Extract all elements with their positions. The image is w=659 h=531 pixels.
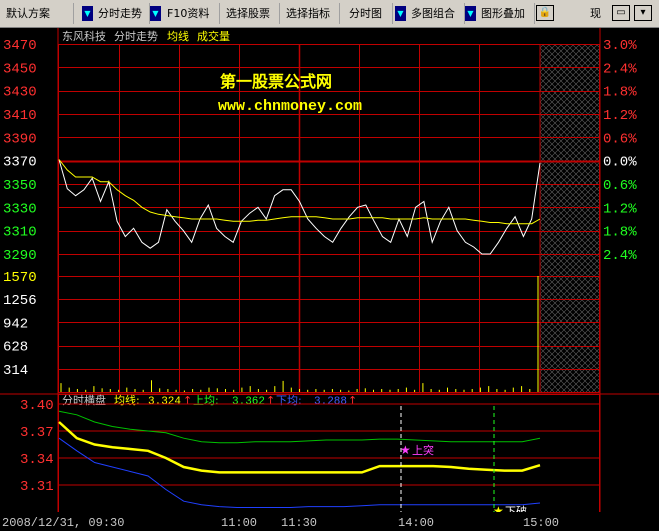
- sub-lower-label: 下均:: [276, 394, 302, 407]
- watermark-url: www.chnmoney.com: [218, 98, 362, 115]
- price-tick: 3430: [3, 85, 37, 101]
- sub-tick: 3.31: [20, 479, 54, 495]
- percent-tick: 0.6%: [603, 178, 637, 194]
- time-tick: 14:00: [398, 516, 434, 530]
- volume-label: 成交量: [197, 29, 230, 43]
- percent-tick: 2.4%: [603, 248, 637, 264]
- sub-tick: 3.40: [20, 398, 54, 414]
- watermark-title: 第一股票公式网: [220, 72, 332, 91]
- now-button[interactable]: 现: [586, 3, 608, 24]
- timeshare-chart-button[interactable]: 分时图: [345, 3, 393, 24]
- sub-avg-arrow: ↑: [183, 394, 192, 407]
- price-axis: 3470 3450 3430 3410 3390 3370 3350 3330 3310 3290: [3, 38, 37, 264]
- upper-band-line: [58, 410, 541, 444]
- time-tick: 11:00: [221, 516, 257, 530]
- chart-label: 分时走势: [114, 30, 158, 43]
- timeshare-dropdown-arrow[interactable]: ▼: [150, 6, 161, 21]
- future-time-area: [540, 45, 599, 392]
- multi-chart-dropdown-arrow[interactable]: ▼: [465, 6, 476, 21]
- sub-upper-label: 上均:: [193, 394, 219, 407]
- select-stock-button[interactable]: 选择股票: [222, 3, 280, 24]
- sub-avg-label: 均线:: [114, 393, 140, 407]
- price-tick: 3450: [3, 61, 37, 77]
- price-tick: 3350: [3, 178, 37, 194]
- sub-lines: [58, 410, 541, 508]
- time-tick: 15:00: [523, 516, 559, 530]
- lock-icon[interactable]: 🔒: [536, 5, 554, 21]
- time-tick: 11:30: [281, 516, 317, 530]
- f10-button[interactable]: F10资料: [163, 3, 220, 24]
- sub-upper-arrow: ↑: [266, 394, 275, 407]
- avg-label: 均线: [167, 29, 189, 43]
- sub-upper-value: 3.362: [232, 396, 265, 408]
- volume-tick: 1256: [3, 293, 37, 309]
- price-tick: 3290: [3, 248, 37, 264]
- overlay-button[interactable]: 图形叠加: [477, 3, 535, 24]
- percent-tick: 0.6%: [603, 131, 637, 147]
- percent-tick: 1.8%: [603, 225, 637, 241]
- percent-tick: 1.2%: [603, 108, 637, 124]
- percent-tick: 1.8%: [603, 85, 637, 101]
- toolbar: 默认方案 ▼ 分时走势 ▼ F10资料 选择股票 选择指标 分时图 ▼ 多图组合…: [0, 0, 659, 28]
- percent-axis: 3.0% 2.4% 1.8% 1.2% 0.6% 0.0% 0.6% 1.2% 1.8% 2.4%: [603, 38, 637, 264]
- percent-tick: 3.0%: [603, 38, 637, 54]
- price-tick: 3470: [3, 38, 37, 54]
- minimize-icon[interactable]: ▾: [634, 5, 652, 21]
- sub-panel-frame: [58, 394, 600, 513]
- volume-tick: 1570: [3, 270, 37, 286]
- timeshare-chart-dropdown-arrow[interactable]: ▼: [395, 6, 406, 21]
- sub-lower-value: 3.288: [314, 396, 347, 408]
- grid-lines: [58, 44, 600, 370]
- percent-tick: 0.0%: [603, 155, 637, 171]
- volume-tick: 942: [3, 316, 28, 332]
- sub-tick: 3.34: [20, 452, 54, 468]
- volume-tick: 628: [3, 340, 28, 356]
- percent-tick: 2.4%: [603, 61, 637, 77]
- breakout-label: 上突: [412, 443, 434, 457]
- scheme-dropdown-arrow[interactable]: ▼: [82, 6, 93, 21]
- datetime-label: 2008/12/31, 09:30: [2, 516, 124, 530]
- sub-avg-value: 3.324: [148, 396, 181, 408]
- price-tick: 3370: [3, 155, 37, 171]
- sub-tick: 3.37: [20, 425, 54, 441]
- stock-name: 东风科技: [62, 29, 106, 43]
- breakout-star-icon: ★: [400, 443, 411, 457]
- scheme-button[interactable]: 默认方案: [2, 3, 74, 24]
- window-icon[interactable]: ▭: [612, 5, 630, 21]
- select-indicator-button[interactable]: 选择指标: [282, 3, 340, 24]
- multi-chart-button[interactable]: 多图组合: [407, 3, 465, 24]
- price-tick: 3310: [3, 225, 37, 241]
- percent-tick: 1.2%: [603, 201, 637, 217]
- price-tick: 3410: [3, 108, 37, 124]
- price-tick: 3330: [3, 201, 37, 217]
- volume-axis: 1570 1256 942 628 314: [3, 270, 37, 379]
- sub-lower-arrow: ↑: [348, 394, 357, 407]
- price-tick: 3390: [3, 131, 37, 147]
- chart-area: 3470 3450 3430 3410 3390 3370 3350 3330 3310 3290…: [0, 28, 659, 531]
- sub-title: 分时横盘: [62, 393, 106, 407]
- timeshare-button[interactable]: 分时走势: [94, 3, 150, 24]
- volume-tick: 314: [3, 363, 28, 379]
